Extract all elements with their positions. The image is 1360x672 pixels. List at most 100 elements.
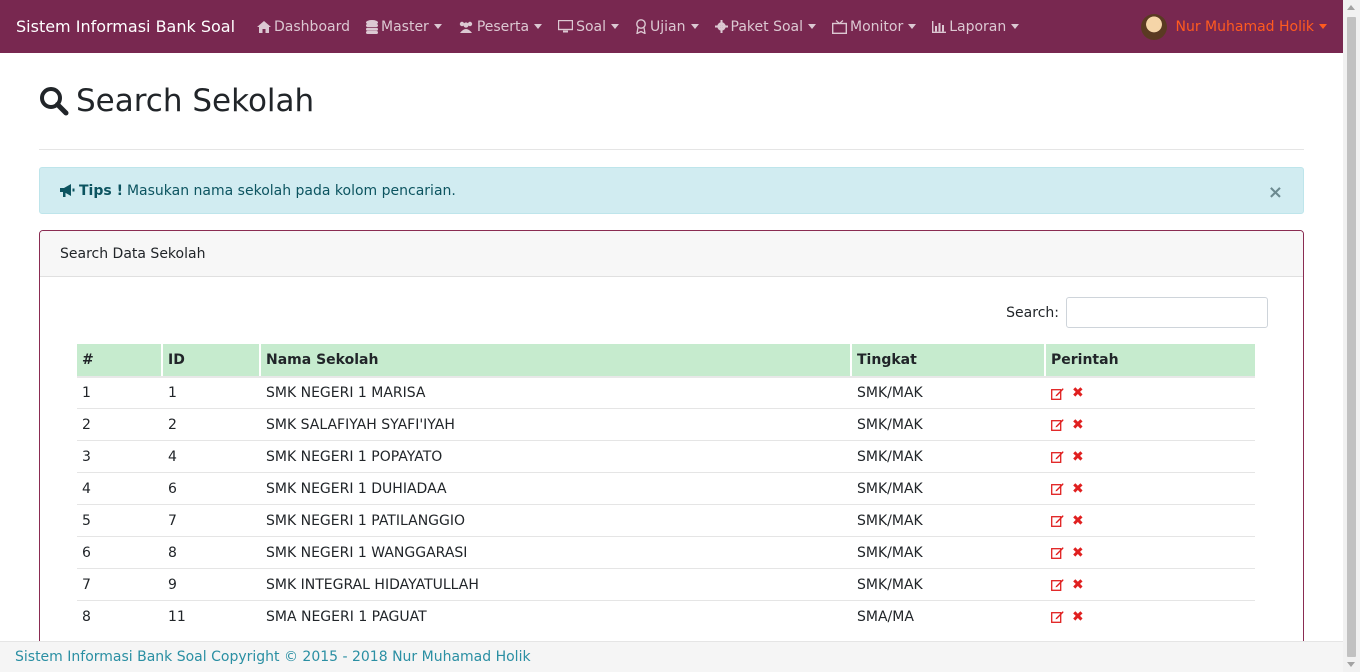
cell-no: 8 (77, 600, 163, 632)
nav-dashboard[interactable]: Dashboard (257, 19, 350, 35)
scroll-up-icon[interactable] (1347, 5, 1355, 10)
edit-icon[interactable] (1051, 578, 1064, 591)
row-actions: ✖ (1051, 545, 1255, 561)
delete-icon[interactable]: ✖ (1072, 577, 1084, 593)
cell-no: 2 (77, 408, 163, 440)
cell-id: 4 (163, 440, 261, 472)
cell-perintah: ✖ (1046, 600, 1255, 632)
footer-copyright: Sistem Informasi Bank Soal Copyright © 2… (15, 649, 531, 665)
nav-paket-soal[interactable]: Paket Soal (714, 18, 816, 35)
delete-icon[interactable]: ✖ (1072, 513, 1084, 529)
alert-label: Tips ! (79, 182, 123, 199)
scroll-down-icon[interactable] (1347, 662, 1355, 667)
nav-paket-soal-label: Paket Soal (730, 18, 803, 35)
row-actions: ✖ (1051, 417, 1255, 433)
row-actions: ✖ (1051, 513, 1255, 529)
cell-nama-sekolah: SMK NEGERI 1 DUHIADAA (261, 472, 852, 504)
delete-icon[interactable]: ✖ (1072, 609, 1084, 625)
delete-icon[interactable]: ✖ (1072, 545, 1084, 561)
col-header-perintah[interactable]: Perintah (1046, 344, 1255, 376)
top-navbar: Sistem Informasi Bank Soal Dashboard Mas… (0, 0, 1343, 53)
edit-icon[interactable] (1051, 514, 1064, 527)
brand-title[interactable]: Sistem Informasi Bank Soal (16, 17, 235, 36)
cell-id: 8 (163, 536, 261, 568)
cell-nama-sekolah: SMA NEGERI 1 PAGUAT (261, 600, 852, 632)
nav-master[interactable]: Master (366, 19, 442, 35)
nav-soal[interactable]: Soal (558, 19, 620, 35)
table-row: 5 7 SMK NEGERI 1 PATILANGGIO SMK/MAK ✖ (77, 504, 1255, 536)
delete-icon[interactable]: ✖ (1072, 481, 1084, 497)
cell-perintah: ✖ (1046, 472, 1255, 504)
close-icon[interactable]: × (1268, 182, 1283, 203)
cell-id: 9 (163, 568, 261, 600)
table-row: 7 9 SMK INTEGRAL HIDAYATULLAH SMK/MAK ✖ (77, 568, 1255, 600)
nav-ujian-label: Ujian (650, 18, 686, 35)
avatar (1140, 13, 1167, 40)
edit-icon[interactable] (1051, 546, 1064, 559)
edit-icon[interactable] (1051, 610, 1064, 623)
cell-tingkat: SMK/MAK (852, 440, 1046, 472)
delete-icon[interactable]: ✖ (1072, 417, 1084, 433)
cell-nama-sekolah: SMK NEGERI 1 MARISA (261, 376, 852, 408)
nav-peserta[interactable]: Peserta (458, 19, 543, 35)
row-actions: ✖ (1051, 609, 1255, 625)
tips-alert: Tips ! Masukan nama sekolah pada kolom p… (39, 167, 1304, 214)
row-actions: ✖ (1051, 449, 1255, 465)
page-title: Search Sekolah (76, 83, 315, 119)
cell-id: 7 (163, 504, 261, 536)
users-icon (459, 21, 473, 33)
row-actions: ✖ (1051, 385, 1255, 401)
cell-no: 7 (77, 568, 163, 600)
cell-tingkat: SMK/MAK (852, 536, 1046, 568)
table-header-row: # ID Nama Sekolah Tingkat Perintah (77, 344, 1255, 376)
cell-tingkat: SMA/MA (852, 600, 1046, 632)
bullhorn-icon (60, 184, 75, 197)
col-header-no[interactable]: # (77, 344, 163, 376)
cell-no: 4 (77, 472, 163, 504)
chevron-down-icon (690, 24, 699, 29)
cell-nama-sekolah: SMK SALAFIYAH SYAFI'IYAH (261, 408, 852, 440)
cell-nama-sekolah: SMK NEGERI 1 WANGGARASI (261, 536, 852, 568)
nav-dashboard-label: Dashboard (274, 18, 350, 35)
cell-no: 5 (77, 504, 163, 536)
chevron-down-icon (611, 24, 620, 29)
cell-id: 1 (163, 376, 261, 408)
edit-icon[interactable] (1051, 387, 1064, 400)
table-row: 3 4 SMK NEGERI 1 POPAYATO SMK/MAK ✖ (77, 440, 1255, 472)
cell-tingkat: SMK/MAK (852, 568, 1046, 600)
nav-monitor-label: Monitor (850, 18, 904, 35)
col-header-nama-sekolah[interactable]: Nama Sekolah (261, 344, 852, 376)
nav-laporan[interactable]: Laporan (932, 19, 1020, 35)
col-header-tingkat[interactable]: Tingkat (852, 344, 1046, 376)
delete-icon[interactable]: ✖ (1072, 385, 1084, 401)
table-body: 1 1 SMK NEGERI 1 MARISA SMK/MAK ✖ 2 2 SMK SALAF… (77, 376, 1255, 632)
nav-monitor[interactable]: Monitor (832, 18, 917, 35)
nav-ujian[interactable]: Ujian (635, 18, 699, 35)
cell-id: 2 (163, 408, 261, 440)
page-header: Search Sekolah (39, 53, 1304, 150)
chevron-down-icon (808, 24, 816, 29)
cell-nama-sekolah: SMK NEGERI 1 PATILANGGIO (261, 504, 852, 536)
table-row: 4 6 SMK NEGERI 1 DUHIADAA SMK/MAK ✖ (77, 472, 1255, 504)
vertical-scrollbar[interactable] (1343, 0, 1360, 672)
cell-no: 3 (77, 440, 163, 472)
cell-id: 11 (163, 600, 261, 632)
sekolah-table: # ID Nama Sekolah Tingkat Perintah 1 1 SMK… (77, 344, 1255, 632)
bar-chart-icon (932, 20, 947, 33)
table-row: 8 11 SMA NEGERI 1 PAGUAT SMA/MA ✖ (77, 600, 1255, 632)
edit-icon[interactable] (1051, 450, 1064, 463)
cell-id: 6 (163, 472, 261, 504)
delete-icon[interactable]: ✖ (1072, 449, 1084, 465)
gear-icon (714, 20, 728, 33)
cell-no: 6 (77, 536, 163, 568)
col-header-id[interactable]: ID (163, 344, 261, 376)
scrollbar-thumb[interactable] (1347, 17, 1356, 657)
edit-icon[interactable] (1051, 418, 1064, 431)
user-menu[interactable]: Nur Muhamad Holik (1140, 0, 1327, 53)
home-icon (257, 20, 272, 33)
search-input[interactable] (1066, 297, 1268, 328)
edit-icon[interactable] (1051, 482, 1064, 495)
table-row: 6 8 SMK NEGERI 1 WANGGARASI SMK/MAK ✖ (77, 536, 1255, 568)
award-icon (636, 19, 646, 34)
cell-tingkat: SMK/MAK (852, 408, 1046, 440)
